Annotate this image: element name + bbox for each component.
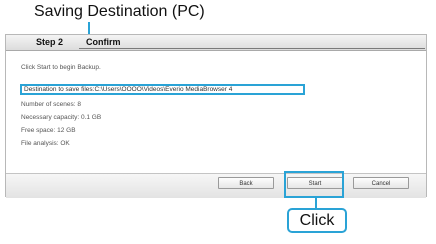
cancel-button[interactable]: Cancel: [353, 177, 409, 189]
file-analysis-text: File analysis: OK: [21, 140, 70, 147]
tab-step-2[interactable]: Step 2: [36, 37, 63, 47]
instruction-text: Click Start to begin Backup.: [21, 64, 101, 71]
tab-bar: Step 2 Confirm: [6, 35, 426, 51]
free-space-text: Free space: 12 GB: [21, 127, 76, 134]
scene-count-text: Number of scenes: 8: [21, 101, 81, 108]
tab-confirm[interactable]: Confirm: [86, 37, 121, 47]
callout-title: Saving Destination (PC): [34, 3, 205, 20]
destination-path: Destination to save files:C:\Users\OOOO\…: [24, 86, 233, 93]
click-callout: Click: [287, 208, 347, 233]
tab-underline: [79, 48, 425, 49]
back-button[interactable]: Back: [218, 177, 274, 189]
wizard-window: Step 2 Confirm Click Start to begin Back…: [5, 34, 427, 198]
capacity-text: Necessary capacity: 0.1 GB: [21, 114, 102, 121]
start-highlight: [284, 171, 344, 198]
